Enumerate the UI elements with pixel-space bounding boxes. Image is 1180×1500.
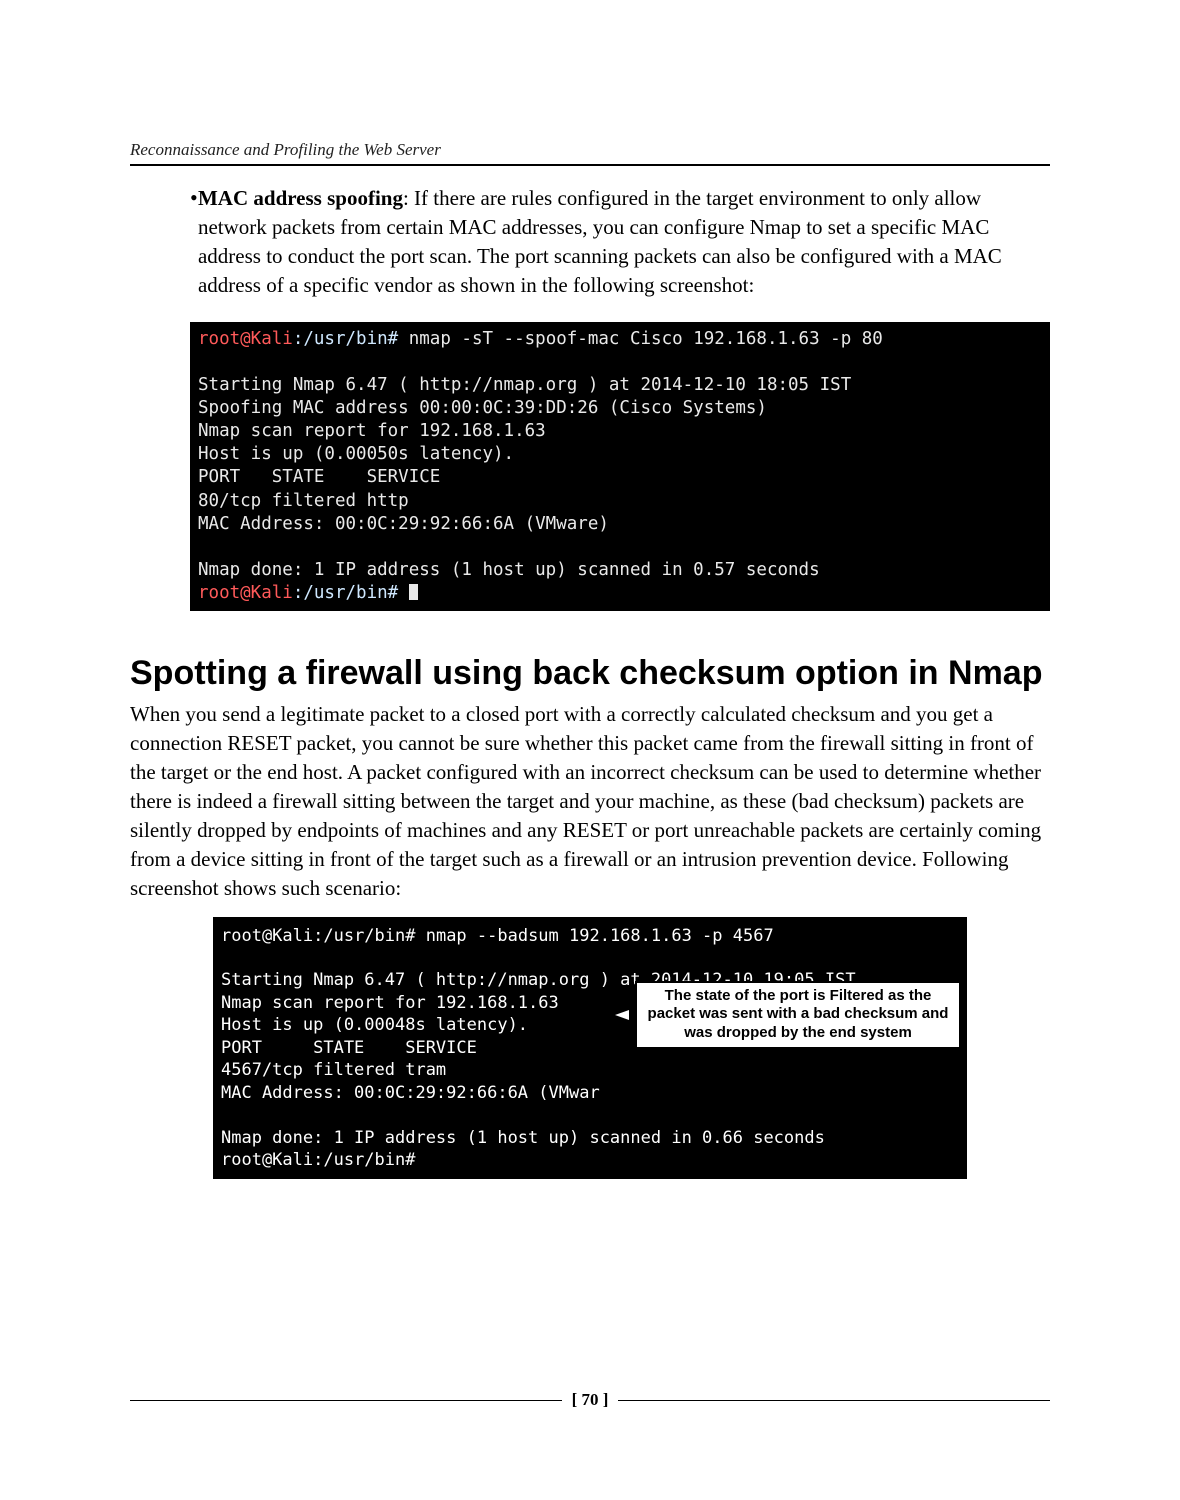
term1-out-4: Host is up (0.00050s latency). — [198, 444, 514, 464]
term1-out-7: MAC Address: 00:0C:29:92:66:6A (VMware) — [198, 514, 609, 534]
term1-out-9: Nmap done: 1 IP address (1 host up) scan… — [198, 560, 820, 580]
footer-rule-right — [618, 1400, 1050, 1401]
cursor-icon — [409, 584, 418, 600]
term2-prompt-path: :/usr/bin# — [313, 926, 415, 946]
callout-box: The state of the port is Filtered as the… — [635, 981, 961, 1049]
arrow-left-icon — [611, 1007, 631, 1023]
term1-command: nmap -sT --spoof-mac Cisco 192.168.1.63 … — [398, 329, 883, 349]
bullet-text: MAC address spoofing: If there are rules… — [198, 184, 1040, 300]
term1-prompt2-path: :/usr/bin# — [293, 583, 398, 603]
section-body: When you send a legitimate packet to a c… — [130, 700, 1050, 903]
term1-prompt2-user: root@Kali — [198, 583, 293, 603]
term1-out-3: Nmap scan report for 192.168.1.63 — [198, 421, 546, 441]
section-heading: Spotting a firewall using back checksum … — [130, 653, 1050, 694]
term2-command: nmap --badsum 192.168.1.63 -p 4567 — [415, 926, 773, 946]
term1-prompt-path: :/usr/bin# — [293, 329, 398, 349]
terminal-screenshot-2: root@Kali:/usr/bin# nmap --badsum 192.16… — [213, 917, 967, 1180]
terminal-screenshot-1: root@Kali:/usr/bin# nmap -sT --spoof-mac… — [190, 322, 1050, 611]
term1-out-1: Starting Nmap 6.47 ( http://nmap.org ) a… — [198, 375, 851, 395]
term1-prompt-user: root@Kali — [198, 329, 293, 349]
term2-out-2: Nmap scan report for 192.168.1.63 — [221, 993, 559, 1013]
callout-text: The state of the port is Filtered as the… — [648, 987, 949, 1042]
term2-out-5: 4567/tcp filtered tram — [221, 1060, 446, 1080]
term2-out-3: Host is up (0.00048s latency). — [221, 1015, 528, 1035]
term1-out-5: PORT STATE SERVICE — [198, 467, 440, 487]
header-rule — [130, 164, 1050, 166]
term1-out-6: 80/tcp filtered http — [198, 491, 409, 511]
running-head: Reconnaissance and Profiling the Web Ser… — [130, 140, 1050, 160]
term2-out-8: Nmap done: 1 IP address (1 host up) scan… — [221, 1128, 825, 1148]
term2-out-6: MAC Address: 00:0C:29:92:66:6A (VMwar — [221, 1083, 600, 1103]
bullet-term: MAC address spoofing — [198, 186, 403, 210]
term1-out-2: Spoofing MAC address 00:00:0C:39:DD:26 (… — [198, 398, 767, 418]
term2-out-4: PORT STATE SERVICE — [221, 1038, 477, 1058]
page: Reconnaissance and Profiling the Web Ser… — [0, 0, 1180, 1500]
page-number: [ 70 ] — [562, 1390, 619, 1410]
page-footer: [ 70 ] — [130, 1390, 1050, 1410]
term2-prompt2-path: :/usr/bin# — [313, 1150, 415, 1170]
bullet-item: • MAC address spoofing: If there are rul… — [190, 184, 1040, 300]
term2-prompt2-user: root@Kali — [221, 1150, 313, 1170]
footer-rule-left — [130, 1400, 562, 1401]
bullet-dot-icon: • — [190, 184, 198, 300]
term2-prompt-user: root@Kali — [221, 926, 313, 946]
